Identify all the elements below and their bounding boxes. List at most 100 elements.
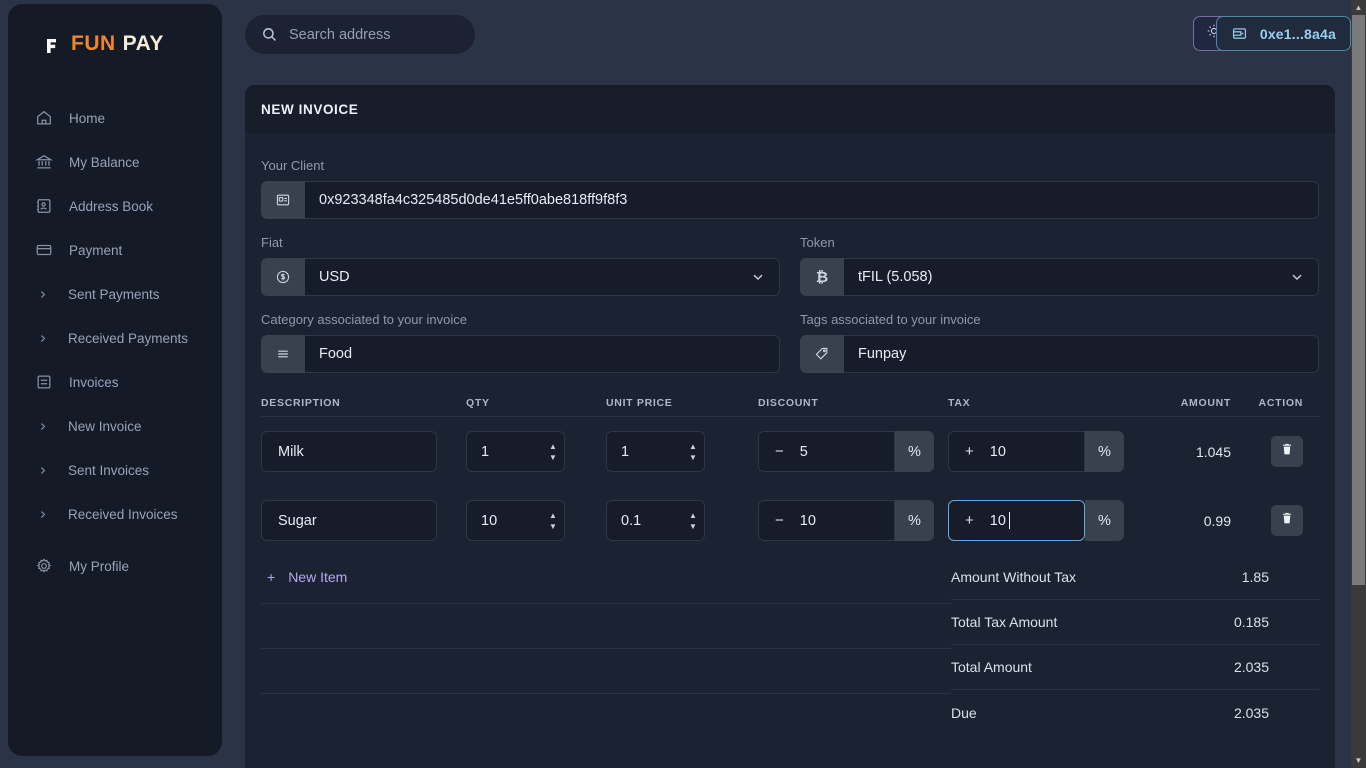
spinner-down-icon[interactable]: ▼ — [682, 452, 704, 472]
qty-input[interactable]: 1 — [466, 431, 542, 472]
category-block: Category associated to your invoice Food — [261, 312, 780, 373]
unit-price-input[interactable]: 1 — [606, 431, 682, 472]
sidebar-item-my-balance[interactable]: My Balance — [8, 140, 222, 184]
discount-group[interactable]: − 5 % — [758, 431, 934, 472]
category-input-group[interactable]: Food — [261, 335, 780, 373]
row-tax-cell: + 10 % — [948, 431, 1148, 472]
unit-price-stepper[interactable]: 1 ▲ ▼ — [606, 431, 705, 472]
token-select[interactable]: tFIL (5.058) — [844, 258, 1319, 296]
spinner-down-icon[interactable]: ▼ — [682, 521, 704, 541]
row-amount-value: 0.99 — [1203, 512, 1231, 529]
brand-logo[interactable]: FUN PAY — [8, 4, 222, 58]
discount-unit-button[interactable]: % — [895, 500, 934, 541]
tax-group[interactable]: + 10 % — [948, 500, 1124, 541]
spinner-down-icon[interactable]: ▼ — [542, 452, 564, 472]
fiat-token-row: Fiat USD Token ₿ tFIL (5.058) — [261, 235, 1319, 296]
tax-value: 10 — [989, 443, 1006, 460]
tags-input[interactable]: Funpay — [844, 335, 1319, 373]
description-input[interactable]: Milk — [261, 431, 437, 472]
app-root: FUN PAY Home My Balance Address Book Pay… — [0, 0, 1366, 768]
spinner-down-icon[interactable]: ▼ — [542, 521, 564, 541]
minus-sign: − — [775, 443, 784, 460]
brand-text: FUN PAY — [71, 32, 164, 56]
sidebar-item-invoices[interactable]: Invoices — [8, 360, 222, 404]
scrollbar-thumb[interactable] — [1352, 15, 1365, 585]
tax-input[interactable]: + 10 — [948, 431, 1085, 472]
chevron-right-icon — [38, 505, 48, 524]
new-invoice-card: NEW INVOICE Your Client 0x923348fa4c3254… — [245, 85, 1335, 768]
tax-unit-button[interactable]: % — [1085, 431, 1124, 472]
unit-price-spinner[interactable]: ▲ ▼ — [682, 500, 705, 541]
delete-row-button[interactable] — [1271, 436, 1303, 467]
col-header-description: DESCRIPTION — [261, 396, 341, 409]
funpay-logo-icon — [34, 30, 62, 58]
brand-pay: PAY — [122, 32, 164, 55]
wallet-address-button[interactable]: 0xe1...8a4a — [1215, 16, 1351, 51]
spinner-up-icon[interactable]: ▲ — [542, 432, 564, 452]
sidebar-item-sent-payments[interactable]: Sent Payments — [8, 272, 222, 316]
unit-price-spinner[interactable]: ▲ ▼ — [682, 431, 705, 472]
total-label: Due — [951, 704, 977, 721]
col-header-qty: QTY — [466, 396, 490, 409]
trash-icon — [1280, 442, 1294, 461]
client-field-block: Your Client 0x923348fa4c325485d0de41e5ff… — [261, 158, 1319, 219]
dollar-circle-icon — [261, 258, 305, 296]
client-input-group[interactable]: 0x923348fa4c325485d0de41e5ff0abe818ff9f8… — [261, 181, 1319, 219]
spinner-up-icon[interactable]: ▲ — [682, 432, 704, 452]
fiat-label: Fiat — [261, 235, 283, 250]
new-item-button[interactable]: + New Item — [261, 569, 951, 585]
spinner-up-icon[interactable]: ▲ — [542, 501, 564, 521]
token-label: Token — [800, 235, 835, 250]
scroll-up-arrow-icon[interactable]: ▲ — [1351, 0, 1366, 15]
sidebar-item-address-book[interactable]: Address Book — [8, 184, 222, 228]
discount-unit-button[interactable]: % — [895, 431, 934, 472]
total-label: Total Tax Amount — [951, 614, 1058, 630]
brand-fun: FUN — [71, 32, 116, 55]
sidebar-item-sent-invoices[interactable]: Sent Invoices — [8, 448, 222, 492]
sidebar-item-payment[interactable]: Payment — [8, 228, 222, 272]
scroll-down-arrow-icon[interactable]: ▼ — [1351, 753, 1366, 768]
category-label: Category associated to your invoice — [261, 312, 467, 327]
total-value: 0.185 — [1233, 614, 1269, 630]
sidebar-item-label: Address Book — [69, 198, 154, 214]
qty-stepper[interactable]: 10 ▲ ▼ — [466, 500, 565, 541]
unit-price-input[interactable]: 0.1 — [606, 500, 682, 541]
search-input[interactable]: Search address — [245, 15, 475, 54]
page-scrollbar[interactable]: ▲ ▼ — [1351, 0, 1366, 768]
tags-input-group[interactable]: Funpay — [800, 335, 1319, 373]
qty-stepper[interactable]: 1 ▲ ▼ — [466, 431, 565, 472]
qty-spinner[interactable]: ▲ ▼ — [542, 500, 565, 541]
sidebar-item-received-payments[interactable]: Received Payments — [8, 316, 222, 360]
table-row: Sugar 10 ▲ ▼ 0.1 ▲ ▼ − 10 % + 10 % 0.99 — [261, 486, 1319, 555]
plus-icon: + — [267, 569, 276, 585]
category-input[interactable]: Food — [305, 335, 780, 373]
tax-group[interactable]: + 10 % — [948, 431, 1124, 472]
total-label: Amount Without Tax — [951, 569, 1077, 585]
sidebar-item-label: Received Invoices — [68, 506, 178, 522]
client-address-input[interactable]: 0x923348fa4c325485d0de41e5ff0abe818ff9f8… — [305, 181, 1319, 219]
token-select-group[interactable]: ₿ tFIL (5.058) — [800, 258, 1319, 296]
fiat-select-group[interactable]: USD — [261, 258, 780, 296]
discount-input[interactable]: − 5 — [758, 431, 895, 472]
delete-row-button[interactable] — [1271, 505, 1303, 536]
sidebar-item-label: Payment — [69, 242, 123, 258]
unit-price-stepper[interactable]: 0.1 ▲ ▼ — [606, 500, 705, 541]
sidebar-item-received-invoices[interactable]: Received Invoices — [8, 492, 222, 536]
chevron-right-icon — [38, 329, 48, 348]
tags-label: Tags associated to your invoice — [800, 312, 981, 327]
tax-input[interactable]: + 10 — [948, 500, 1085, 541]
description-input[interactable]: Sugar — [261, 500, 437, 541]
discount-input[interactable]: − 10 — [758, 500, 895, 541]
sidebar-item-home[interactable]: Home — [8, 96, 222, 140]
table-row: Milk 1 ▲ ▼ 1 ▲ ▼ − 5 % + 10 % 1.045 — [261, 417, 1319, 486]
discount-group[interactable]: − 10 % — [758, 500, 934, 541]
sidebar-nav: Home My Balance Address Book Payment Sen… — [8, 96, 222, 588]
sidebar-item-my-profile[interactable]: My Profile — [8, 544, 222, 588]
sidebar-item-new-invoice[interactable]: New Invoice — [8, 404, 222, 448]
qty-input[interactable]: 10 — [466, 500, 542, 541]
fiat-select[interactable]: USD — [305, 258, 780, 296]
spinner-up-icon[interactable]: ▲ — [682, 501, 704, 521]
tax-unit-button[interactable]: % — [1085, 500, 1124, 541]
sidebar-item-label: New Invoice — [68, 418, 142, 434]
qty-spinner[interactable]: ▲ ▼ — [542, 431, 565, 472]
